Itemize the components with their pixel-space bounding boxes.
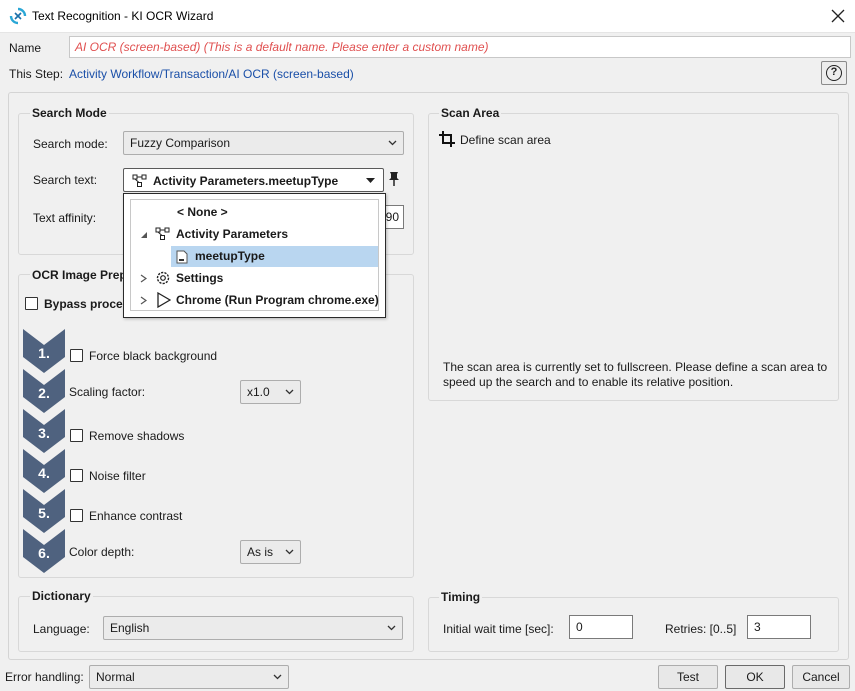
enhance-contrast-checkbox[interactable] [70, 509, 83, 522]
force-black-background-checkbox[interactable] [70, 349, 83, 362]
scaling-factor-value: x1.0 [247, 385, 270, 399]
ocr-prep-group [18, 274, 414, 578]
color-depth-select[interactable]: As is [240, 540, 301, 564]
search-text-dropdown: < None > Activity Parameters meetupType [123, 193, 386, 318]
parameters-icon [155, 227, 170, 240]
tree-item-meetuptype[interactable]: meetupType [171, 246, 378, 267]
initial-wait-input[interactable]: 0 [569, 615, 633, 639]
tree-item-activity-parameters[interactable]: Activity Parameters [131, 224, 378, 245]
tree-item-label: Chrome (Run Program chrome.exe) [176, 293, 379, 307]
caret-down-icon [366, 178, 375, 183]
step-path-link[interactable]: Activity Workflow/Transaction/AI OCR (sc… [69, 67, 354, 81]
pin-button[interactable] [387, 171, 401, 187]
search-mode-value: Fuzzy Comparison [130, 136, 231, 150]
initial-wait-label: Initial wait time [sec]: [443, 622, 554, 636]
noise-filter-label: Noise filter [89, 469, 146, 483]
retries-input[interactable]: 3 [747, 615, 811, 639]
test-button[interactable]: Test [658, 665, 718, 689]
crop-icon [439, 131, 455, 147]
gear-icon [156, 271, 170, 285]
app-logo-icon [9, 7, 27, 25]
step-number: 4. [38, 465, 50, 481]
search-text-label: Search text: [33, 173, 98, 187]
title-bar: Text Recognition - KI OCR Wizard [0, 0, 855, 33]
close-window-button[interactable] [824, 3, 852, 29]
ocr-prep-title: OCR Image Prep [30, 268, 129, 282]
cancel-button[interactable]: Cancel [792, 665, 850, 689]
window-title: Text Recognition - KI OCR Wizard [32, 9, 214, 23]
tree-item-none[interactable]: < None > [177, 202, 228, 223]
help-button[interactable]: ? [821, 61, 847, 85]
color-depth-label: Color depth: [69, 545, 135, 559]
define-scan-area-button[interactable]: Define scan area [439, 131, 569, 149]
language-value: English [110, 621, 150, 635]
collapsed-arrow-icon [140, 296, 147, 305]
scan-area-title: Scan Area [439, 106, 502, 120]
noise-filter-checkbox[interactable] [70, 469, 83, 482]
remove-shadows-label: Remove shadows [89, 429, 185, 443]
search-mode-label: Search mode: [33, 137, 108, 151]
text-affinity-label: Text affinity: [33, 211, 97, 225]
enhance-contrast-label: Enhance contrast [89, 509, 183, 523]
language-label: Language: [33, 622, 90, 636]
error-handling-label: Error handling: [5, 670, 84, 684]
timing-title: Timing [439, 590, 483, 604]
collapsed-arrow-icon [140, 274, 147, 283]
search-mode-select[interactable]: Fuzzy Comparison [123, 131, 404, 155]
step-number: 3. [38, 425, 50, 441]
chevron-down-icon [273, 674, 282, 680]
tree-item-chrome[interactable]: Chrome (Run Program chrome.exe) [131, 290, 379, 311]
scan-area-info: The scan area is currently set to fullsc… [443, 360, 828, 389]
error-handling-value: Normal [96, 670, 135, 684]
chevron-down-icon [285, 389, 294, 395]
close-icon [831, 9, 845, 23]
pin-icon [389, 172, 399, 186]
step-number: 2. [38, 385, 50, 401]
tree-item-label: meetupType [195, 249, 265, 263]
search-text-select[interactable]: Activity Parameters.meetupType [123, 168, 384, 192]
expanded-arrow-icon [141, 232, 147, 238]
tree-item-settings[interactable]: Settings [131, 268, 378, 289]
this-step-label: This Step: [9, 67, 64, 81]
error-handling-select[interactable]: Normal [89, 665, 289, 689]
tree-item-label: Activity Parameters [176, 227, 289, 241]
chevron-down-icon [387, 625, 396, 631]
scaling-factor-label: Scaling factor: [69, 385, 146, 399]
name-input[interactable]: AI OCR (screen-based) (This is a default… [69, 36, 851, 58]
chevron-down-icon [285, 549, 294, 555]
parameter-tree: < None > Activity Parameters meetupType [130, 199, 379, 311]
name-label: Name [9, 41, 42, 55]
search-text-value: Activity Parameters.meetupType [153, 174, 339, 188]
variable-icon [176, 250, 188, 264]
remove-shadows-checkbox[interactable] [70, 429, 83, 442]
search-mode-title: Search Mode [30, 106, 109, 120]
step-number: 5. [38, 505, 50, 521]
scaling-factor-select[interactable]: x1.0 [240, 380, 301, 404]
color-depth-value: As is [247, 545, 274, 559]
ok-button[interactable]: OK [725, 665, 785, 689]
step-number: 6. [38, 545, 50, 561]
parameters-icon [132, 174, 147, 187]
help-icon: ? [826, 65, 842, 81]
play-icon [157, 292, 171, 308]
force-black-background-label: Force black background [89, 349, 218, 363]
bypass-checkbox[interactable] [25, 297, 38, 310]
dictionary-title: Dictionary [30, 589, 93, 603]
language-select[interactable]: English [103, 616, 403, 640]
chevron-down-icon [388, 140, 397, 146]
step-number: 1. [38, 345, 50, 361]
scan-area-group [428, 113, 839, 401]
define-scan-area-label: Define scan area [460, 133, 551, 147]
tree-item-label: Settings [176, 271, 224, 285]
retries-label: Retries: [0..5] [665, 622, 737, 636]
